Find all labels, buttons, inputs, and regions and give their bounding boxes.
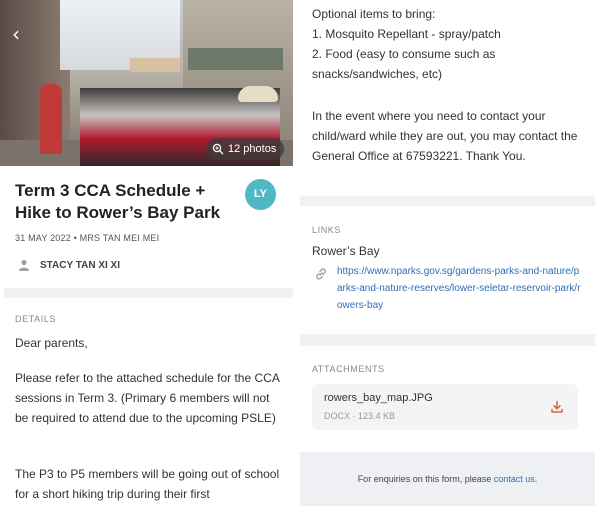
back-arrow-icon[interactable]: ‹	[12, 24, 20, 44]
enquiries-footer: For enquiries on this form, please conta…	[300, 452, 595, 506]
zoom-photos-icon	[212, 143, 224, 155]
link-icon	[316, 268, 326, 280]
optional-items: Optional items to bring: 1. Mosquito Rep…	[312, 4, 587, 84]
post-photo[interactable]: ‹ 12 photos	[0, 0, 293, 166]
attachment-card[interactable]: rowers_bay_map.JPG DOCX · 123.4 KB	[312, 384, 578, 430]
footer-text-prefix: For enquiries on this form, please	[357, 474, 494, 484]
avatar: LY	[245, 179, 276, 210]
details-greeting: Dear parents,	[15, 336, 88, 350]
details-paragraph-2: The P3 to P5 members will be going out o…	[15, 467, 280, 501]
link-url[interactable]: https://www.nparks.gov.sg/gardens-parks-…	[337, 263, 582, 314]
photos-count-badge[interactable]: 12 photos	[206, 138, 285, 160]
contact-us-link[interactable]: contact us	[494, 474, 535, 484]
optional-item-2: 2. Food (easy to consume such as snacks/…	[312, 47, 496, 81]
attachments-heading: ATTACHMENTS	[312, 364, 385, 374]
student-name-row: STACY TAN XI XI	[18, 259, 120, 271]
links-heading: LINKS	[312, 225, 342, 235]
optional-item-1: 1. Mosquito Repellant - spray/patch	[312, 27, 501, 41]
post-title: Term 3 CCA Schedule + Hike to Rower’s Ba…	[15, 181, 221, 222]
details-heading: DETAILS	[15, 314, 57, 324]
details-paragraph-1: Please refer to the attached schedule fo…	[15, 371, 280, 425]
link-title: Rower’s Bay	[312, 244, 380, 258]
footer-text-end: .	[534, 474, 538, 484]
post-meta: 31 MAY 2022 • MRS TAN MEI MEI	[15, 233, 160, 243]
section-divider	[4, 288, 293, 298]
photos-count-label: 12 photos	[228, 143, 277, 155]
section-divider	[300, 196, 595, 206]
post-detail-panel: ‹ 12 photos Term 3 CCA Schedule + Hike t…	[0, 0, 293, 506]
student-name: STACY TAN XI XI	[40, 259, 121, 271]
person-icon	[19, 259, 29, 271]
contact-paragraph: In the event where you need to contact y…	[312, 109, 578, 163]
post-detail-continued-panel: Optional items to bring: 1. Mosquito Rep…	[300, 0, 595, 506]
footer-text: For enquiries on this form, please conta…	[300, 474, 595, 484]
attachment-file-meta: DOCX · 123.4 KB	[324, 411, 396, 421]
optional-items-heading: Optional items to bring:	[312, 7, 436, 21]
attachment-file-name: rowers_bay_map.JPG	[324, 392, 433, 404]
section-divider	[300, 334, 595, 346]
download-icon[interactable]	[550, 400, 564, 414]
